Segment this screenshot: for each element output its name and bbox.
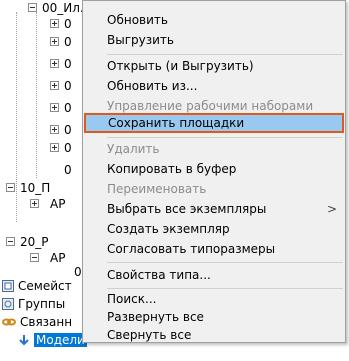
tree-node-label: Связанн xyxy=(20,315,73,329)
menu-item-search[interactable]: Поиск... xyxy=(83,289,345,309)
collapse-toggle[interactable] xyxy=(28,3,37,12)
menu-separator xyxy=(107,262,343,263)
collapse-toggle[interactable] xyxy=(6,183,15,192)
menu-separator xyxy=(107,137,343,138)
menu-item-refresh[interactable]: Обновить xyxy=(83,10,345,30)
collapse-toggle[interactable] xyxy=(30,253,39,262)
tree-node-label: АР xyxy=(50,251,66,265)
tree-node-label: 0 xyxy=(64,79,72,93)
menu-item-open-and-unload[interactable]: Открыть (и Выгрузить) xyxy=(83,56,345,76)
expand-toggle[interactable] xyxy=(50,103,59,112)
context-menu: Обновить Выгрузить Открыть (и Выгрузить)… xyxy=(82,0,346,343)
groups-icon xyxy=(2,298,14,310)
menu-separator xyxy=(107,54,343,55)
tree-guide-line xyxy=(16,12,17,222)
link-icon xyxy=(2,318,16,326)
menu-item-unload[interactable]: Выгрузить xyxy=(83,30,345,50)
menu-item-save-positions[interactable]: Сохранить площадки xyxy=(84,113,344,133)
expand-toggle[interactable] xyxy=(50,37,59,46)
tree-node-label: 20_Р xyxy=(20,235,49,249)
menu-item-type-properties[interactable]: Свойства типа... xyxy=(83,265,345,285)
tree-node-label: 0 xyxy=(64,141,72,155)
tree-node-label: 0 xyxy=(64,17,72,31)
tree-node-label: Семейст xyxy=(18,279,72,293)
tree-node-label: АР xyxy=(50,197,66,211)
tree-node-label: Группы xyxy=(18,297,66,311)
tree-node-label: 10_П xyxy=(20,181,51,195)
menu-item-delete[interactable]: Удалить xyxy=(83,139,345,159)
tree-node-label: 0 xyxy=(64,123,72,137)
arrow-down-icon xyxy=(19,335,29,346)
families-icon xyxy=(2,280,14,292)
expand-toggle[interactable] xyxy=(50,59,59,68)
menu-item-expand-all[interactable]: Развернуть все xyxy=(83,307,345,327)
submenu-arrow-icon: > xyxy=(326,202,337,216)
tree-node-label-selected: Модели xyxy=(34,333,87,347)
menu-item-select-all-instances[interactable]: Выбрать все экземпляры > xyxy=(83,199,345,219)
tree-guide-line xyxy=(36,12,37,178)
expand-toggle[interactable] xyxy=(50,19,59,28)
expand-toggle[interactable] xyxy=(50,143,59,152)
collapse-toggle[interactable] xyxy=(6,237,15,246)
menu-item-copy-to-clipboard[interactable]: Копировать в буфер xyxy=(83,159,345,179)
expand-toggle[interactable] xyxy=(50,125,59,134)
menu-item-create-instance[interactable]: Создать экземпляр xyxy=(83,219,345,239)
tree-node-label: 0 xyxy=(74,265,82,279)
tree-node-label: 0 xyxy=(64,101,72,115)
tree-node-label: 0 xyxy=(64,57,72,71)
menu-item-reload-from[interactable]: Обновить из... xyxy=(83,76,345,96)
menu-item-collapse-all[interactable]: Свернуть все xyxy=(83,325,345,345)
menu-item-match-types[interactable]: Согласовать типоразмеры xyxy=(83,239,345,259)
expand-toggle[interactable] xyxy=(50,81,59,90)
tree-node-label: 0 xyxy=(64,163,72,177)
expand-toggle[interactable] xyxy=(30,199,39,208)
tree-node-label: 0 xyxy=(64,35,72,49)
menu-item-rename[interactable]: Переименовать xyxy=(83,179,345,199)
